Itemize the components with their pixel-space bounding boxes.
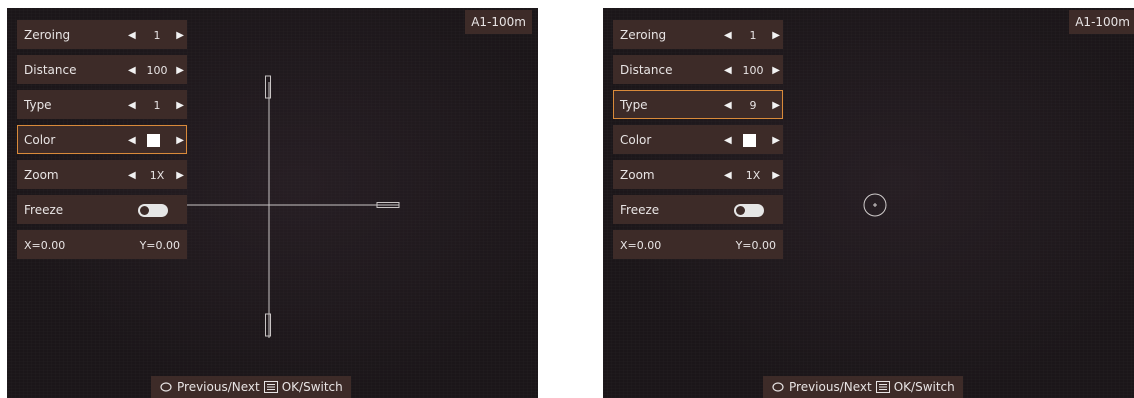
- profile-badge: A1-100m: [465, 10, 532, 34]
- circle-cross-reticle: [863, 193, 887, 217]
- reticle-bottom-post: [265, 313, 271, 337]
- button-hint-bar: Previous/Next OK/Switch: [151, 376, 351, 398]
- profile-badge: A1-100m: [1069, 10, 1134, 34]
- left-screen: Zeroing ◀ 1 ▶ Distance ◀ 100 ▶ Type ◀ 1 …: [7, 8, 538, 398]
- rotate-knob-icon: [160, 382, 172, 392]
- right-screen: Zeroing ◀ 1 ▶ Distance ◀ 100 ▶ Type ◀ 9 …: [603, 8, 1134, 398]
- menu-button-icon: [875, 381, 890, 393]
- ok-switch-hint: OK/Switch: [281, 380, 343, 394]
- button-hint-bar: Previous/Next OK/Switch: [763, 376, 963, 398]
- menu-button-icon: [263, 381, 278, 393]
- prev-next-hint: Previous/Next: [177, 380, 260, 394]
- prev-next-hint: Previous/Next: [789, 380, 872, 394]
- ok-switch-hint: OK/Switch: [893, 380, 955, 394]
- rotate-knob-icon: [772, 382, 784, 392]
- reticle-top-post: [265, 75, 271, 99]
- crosshair-reticle: [187, 75, 400, 338]
